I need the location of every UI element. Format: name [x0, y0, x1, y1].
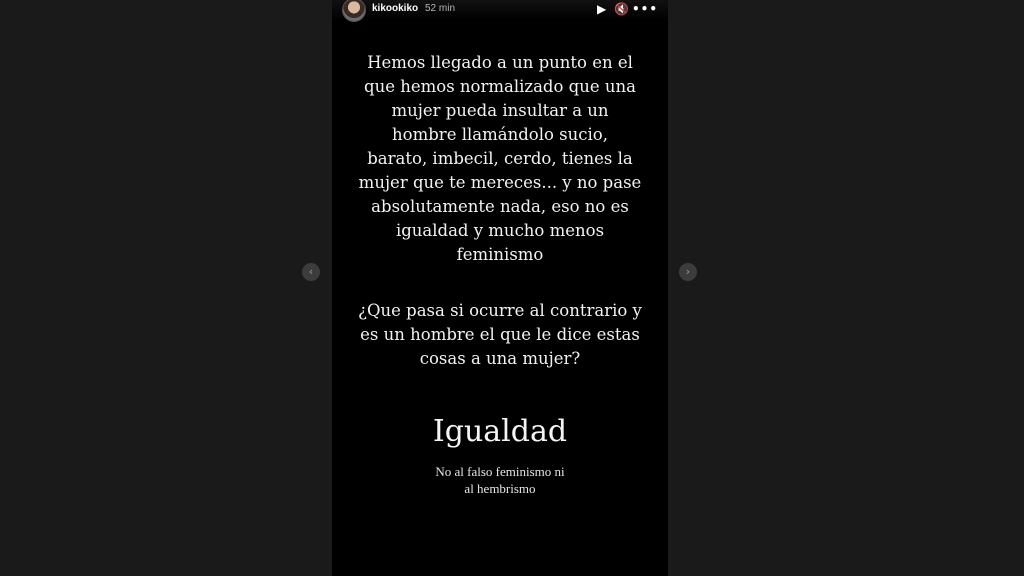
story-frame[interactable]: kikookiko 52 min ▶ 🔇 ••• Hemos llegado a…	[332, 0, 668, 576]
text-line: Hemos llegado a un punto en el	[367, 53, 633, 72]
username[interactable]: kikookiko	[372, 3, 418, 14]
text-line: que hemos normalizado que una	[364, 77, 636, 96]
text-line: mujer pueda insultar a un	[391, 101, 609, 120]
muted-speaker-icon[interactable]: 🔇	[614, 2, 629, 16]
text-line: igualdad y mucho menos	[395, 221, 605, 240]
chevron-right-icon: ›	[685, 265, 691, 278]
text-line: No al falso feminismo ni	[435, 464, 565, 479]
text-line: feminismo	[456, 245, 544, 264]
story-header: kikookiko 52 min ▶ 🔇 •••	[332, 0, 668, 22]
post-time: 52 min	[425, 3, 456, 14]
story-paragraph-2: ¿Que pasa si ocurre al contrario y es un…	[348, 299, 652, 371]
next-story-button[interactable]: ›	[679, 263, 697, 281]
story-subtext: No al falso feminismo ni al hembrismo	[408, 463, 592, 497]
avatar[interactable]	[342, 0, 366, 22]
text-line: barato, imbecil, cerdo, tienes la	[367, 149, 633, 168]
more-options-icon[interactable]: •••	[632, 2, 658, 16]
story-viewer: ‹ kikookiko 52 min ▶ 🔇 ••• Hemos llegado…	[0, 0, 1024, 576]
text-line: al hembrismo	[464, 481, 536, 496]
text-line: hombre llamándolo sucio,	[392, 125, 608, 144]
text-line: cosas a una mujer?	[419, 349, 581, 368]
text-line: es un hombre el que le dice estas	[360, 325, 640, 344]
text-line: mujer que te mereces... y no pase	[358, 173, 642, 192]
story-paragraph-1: Hemos llegado a un punto en el que hemos…	[348, 51, 652, 267]
play-icon[interactable]: ▶	[597, 2, 606, 16]
previous-story-button[interactable]: ‹	[302, 263, 320, 281]
story-heading: Igualdad	[432, 414, 568, 449]
text-line: ¿Que pasa si ocurre al contrario y	[358, 301, 642, 320]
text-line: absolutamente nada, eso no es	[371, 197, 629, 216]
chevron-left-icon: ‹	[308, 265, 314, 278]
